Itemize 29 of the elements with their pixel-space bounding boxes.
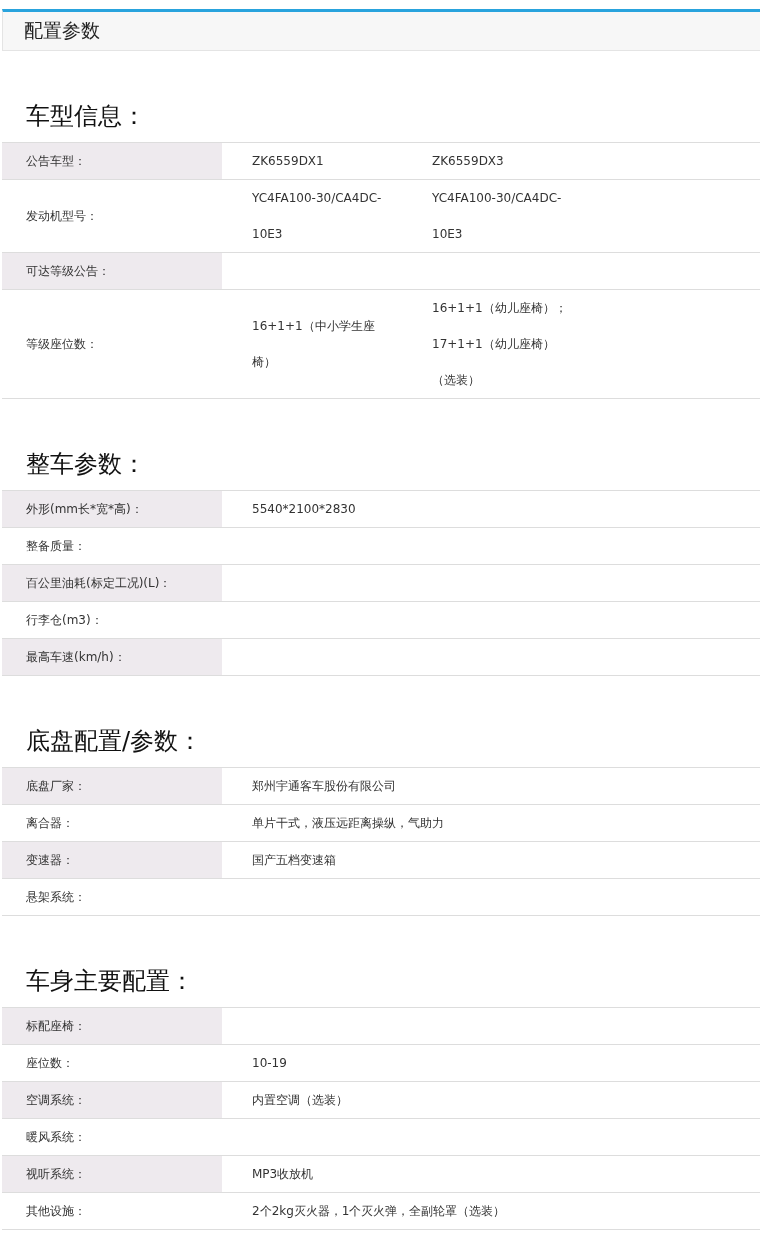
row-value: ZK6559DX1	[252, 153, 324, 170]
row-label: 标配座椅：	[2, 1008, 222, 1044]
section-title: 车型信息：	[25, 101, 147, 132]
row-value: 内置空调（选装）	[252, 1092, 348, 1109]
row-value: 5540*2100*2830	[252, 501, 356, 518]
row-label: 空调系统：	[2, 1082, 222, 1118]
section-title: 整车参数：	[25, 449, 147, 480]
row-label: 最高车速(km/h)：	[2, 639, 222, 675]
row-label: 外形(mm长*宽*高)：	[2, 491, 222, 527]
row-value: MP3收放机	[252, 1166, 314, 1183]
page-title: 配置参数	[24, 18, 100, 43]
row-value: 16+1+1（幼儿座椅）；17+1+1（幼儿座椅）（选装）	[432, 300, 568, 389]
row-value: 郑州宇通客车股份有限公司	[252, 778, 396, 795]
row-value: 单片干式，液压远距离操纵，气助力	[252, 815, 444, 832]
row-label: 视听系统：	[2, 1156, 222, 1192]
row-value: 2个2kg灭火器，1个灭火弹，全副轮罩（选装）	[252, 1203, 506, 1220]
row-value: 国产五档变速箱	[252, 852, 336, 869]
section-title: 车身主要配置：	[25, 966, 195, 997]
row-label: 变速器：	[2, 842, 222, 878]
row-label: 公告车型：	[2, 143, 222, 179]
row-value: ZK6559DX3	[432, 153, 504, 170]
row-label: 底盘厂家：	[2, 768, 222, 804]
row-value: YC4FA100-30/CA4DC-10E3	[252, 190, 383, 243]
section-title: 底盘配置/参数：	[25, 726, 204, 757]
row-label: 可达等级公告：	[2, 253, 222, 289]
row-label: 百公里油耗(标定工况)(L)：	[2, 565, 222, 601]
row-value: 16+1+1（中小学生座椅）	[252, 318, 376, 371]
row-value: YC4FA100-30/CA4DC-10E3	[432, 190, 563, 243]
row-value: 10-19	[252, 1055, 287, 1072]
